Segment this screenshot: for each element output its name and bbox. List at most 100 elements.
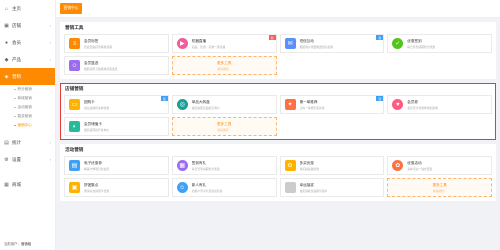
tool-text: 短信互动 根据用户需要推送短信提醒 <box>300 39 334 49</box>
tool-card[interactable]: ✉ 短信互动 根据用户需要推送短信提醒新 <box>279 34 385 53</box>
tool-card[interactable]: ▭ 团购卡 满立减满折多种优惠 新 <box>64 95 169 114</box>
tool-text: 机器直播 商品、优惠、实物一键直播 <box>192 39 226 49</box>
chevron-icon: ‹ <box>49 157 51 162</box>
tool-text: 多买优惠 购买越多越优惠 <box>300 161 320 171</box>
tool-name: 多买优惠 <box>299 160 314 165</box>
tool-text: 拼团集点 邀请好友拼团享优惠 <box>84 183 109 193</box>
sidebar-subitem[interactable]: 营销中心 <box>0 121 55 130</box>
app-root: ⌂ 主页 ▣ 店铺 ‹ ● 会员 ‹ ◆ 产品 ‹ ◈ 营销 ‹ 积分营销 商城营销 活动营销 裂变营销 营销中心 ▤… <box>0 0 500 250</box>
tool-name: 签到有礼 <box>191 160 207 165</box>
tool-name: 单品大转盘 <box>191 99 210 104</box>
tool-card[interactable]: ⚙ 多买优惠 购买越多越优惠 <box>279 156 385 175</box>
tool-description: 让每一单都带来新客 <box>299 105 325 110</box>
section-0: 营销工具 ≡ 会员标签 给会员贴标签精准营销 ▶ 机器直播 商品、优惠、实物一键直播新 ✉ 短信… <box>60 22 496 79</box>
tool-icon: ▦ <box>176 160 188 171</box>
tool-name: 新人有礼 <box>191 182 207 187</box>
sidebar-subitem[interactable]: 裂变营销 <box>0 112 55 121</box>
tool-name: 电子优惠券 <box>84 160 102 165</box>
tool-description: 根据消费习惯精准筛选会员 <box>84 66 118 71</box>
tool-description: 储值返现提升客单价 <box>84 127 110 132</box>
chevron-icon: ‹ <box>49 74 51 79</box>
new-badge: 新 <box>376 96 384 101</box>
section-1: 店铺营销 ▭ 团购卡 满立减满折多种优惠新 ◎ 单品大转盘 抽奖赢取奖品吸引用户 ✦ 第一单推荐… <box>60 83 496 140</box>
sidebar: ⌂ 主页 ▣ 店铺 ‹ ● 会员 ‹ ◆ 产品 ‹ ◈ 营销 ‹ 积分营销 商城营销 活动营销 裂变营销 营销中心 ▤… <box>0 0 56 250</box>
more-tools-subtitle: 敬请期待... <box>217 66 231 71</box>
sidebar-item-settings[interactable]: ⚙ 设置 ‹ <box>0 151 55 168</box>
tool-icon: ☺ <box>69 60 80 71</box>
more-tools-card: 更多工具 敬请期待... <box>171 117 277 136</box>
section-title: 店铺营销 <box>65 86 84 91</box>
tool-card[interactable]: ▦ 签到有礼 每日签到领取积分奖励 <box>171 156 277 175</box>
more-tools-card: 更多工具 敬请期待... <box>387 178 492 197</box>
tool-text: 第一单推荐 让每一单都带来新客 <box>300 100 325 110</box>
marketing-icon: ◈ <box>4 73 9 80</box>
settings-icon: ⚙ <box>4 156 9 163</box>
more-tools-card: 更多工具 敬请期待... <box>171 56 277 75</box>
stats-icon: ▤ <box>4 139 9 146</box>
tab-marketing-center[interactable]: 营销中心 <box>60 3 82 14</box>
new-badge: 新 <box>268 35 276 40</box>
sidebar-item-member[interactable]: ● 会员 ‹ <box>0 34 55 51</box>
tool-card[interactable]: ✿ 优惠活动 多种活动一站式配置 <box>387 156 492 175</box>
chevron-icon: ‹ <box>49 23 51 28</box>
tool-icon: ⚙ <box>284 160 296 171</box>
more-tools-subtitle: 敬请期待... <box>217 127 231 132</box>
tool-card[interactable]: ▣ 拼团集点 邀请好友拼团享优惠 <box>64 178 169 197</box>
tool-card[interactable]: ✦ 第一单推荐 让每一单都带来新客新 <box>279 95 385 114</box>
tool-text: 新人有礼 新用户专享礼包欢迎新客 <box>192 183 223 193</box>
tool-name: 短信互动 <box>299 38 314 43</box>
tool-card[interactable]: ☺ 会员篮选 根据消费习惯精准筛选会员 <box>64 56 169 75</box>
tool-description: 抽奖赢取奖品吸引用户 <box>191 105 220 110</box>
sidebar-item-label: 主页 <box>12 5 21 11</box>
sidebar-item-mall[interactable]: ▦ 商城 <box>0 176 55 193</box>
tool-card[interactable]: ◐ 会员储值卡 储值返现提升客单价 <box>64 117 169 136</box>
tool-description: 满立减满折多种优惠 <box>84 105 110 110</box>
tool-card[interactable]: ≡ 会员标签 给会员贴标签精准营销 <box>64 34 169 53</box>
tool-card[interactable]: ◎ 单品大转盘 抽奖赢取奖品吸引用户 <box>171 95 277 114</box>
tool-icon: ✿ <box>392 160 404 171</box>
tool-icon: ☺ <box>176 182 188 193</box>
tool-name: 优惠签到 <box>407 38 422 43</box>
new-badge: 新 <box>160 96 168 101</box>
sidebar-item-home[interactable]: ⌂ 主页 <box>0 0 55 17</box>
sidebar-item-product[interactable]: ◆ 产品 ‹ <box>0 51 55 68</box>
tool-icon: ▭ <box>69 99 80 110</box>
section-2: 活动营销 ▤ 电子优惠券 精美卡券吸引新会员 ▦ 签到有礼 每日签到领取积分奖励 ⚙ 多买优惠购… <box>60 144 496 201</box>
sidebar-subitem[interactable]: 积分营销 <box>0 85 55 94</box>
sidebar-item-stats[interactable]: ▤ 统计 ‹ <box>0 134 55 151</box>
home-icon: ⌂ <box>4 5 9 12</box>
tool-name: 机器直播 <box>191 38 207 43</box>
tool-text: 单品大转盘 抽奖赢取奖品吸引用户 <box>192 100 220 110</box>
new-badge: 新 <box>376 35 384 40</box>
tool-icon: ✓ <box>392 38 404 49</box>
tool-grid: ≡ 会员标签 给会员贴标签精准营销 ▶ 机器直播 商品、优惠、实物一键直播新 ✉ 短信互动 根据… <box>64 34 492 75</box>
tool-description: 每日签到领取积分奖励 <box>191 166 220 171</box>
tool-icon <box>284 182 296 193</box>
tool-icon: ≡ <box>69 38 80 49</box>
chevron-icon: ‹ <box>49 140 51 145</box>
tool-text: 会员标签 给会员贴标签精准营销 <box>84 39 112 49</box>
sidebar-item-store[interactable]: ▣ 店铺 ‹ <box>0 17 55 34</box>
tool-card[interactable]: ▶ 机器直播 商品、优惠、实物一键直播新 <box>171 34 277 53</box>
tool-icon: ♥ <box>392 99 404 110</box>
sidebar-item-label: 产品 <box>12 56 21 62</box>
sidebar-item-marketing[interactable]: ◈ 营销 ‹ <box>0 68 55 85</box>
store-icon: ▣ <box>4 22 9 29</box>
tool-text: 签到有礼 每日签到领取积分奖励 <box>192 161 220 171</box>
tool-name: 团购卡 <box>84 99 95 104</box>
tool-description: 精美卡券吸引新会员 <box>84 166 110 171</box>
member-icon: ● <box>4 39 9 46</box>
tool-card[interactable]: 幸运抽奖 抽奖赢取奖品吸引用户 <box>279 178 385 197</box>
tool-description: 邀请好友拼团享优惠 <box>84 188 110 193</box>
tool-card[interactable]: ♥ 会员券 会员专享优惠券增加复购 <box>387 95 492 114</box>
tool-text: 团购卡 满立减满折多种优惠 <box>84 100 109 110</box>
tool-card[interactable]: ☺ 新人有礼 新用户专享礼包欢迎新客 <box>171 178 277 197</box>
chevron-icon: ‹ <box>49 57 51 62</box>
tool-card[interactable]: ✓ 优惠签到 每日签到领取积分优惠 <box>387 34 492 53</box>
sidebar-subitem[interactable]: 商城营销 <box>0 94 55 103</box>
tool-card[interactable]: ▤ 电子优惠券 精美卡券吸引新会员 <box>64 156 169 175</box>
sidebar-item-label: 会员 <box>12 39 21 45</box>
sidebar-subitem[interactable]: 活动营销 <box>0 103 55 112</box>
tool-text: 优惠活动 多种活动一站式配置 <box>407 161 432 171</box>
sidebar-item-label: 营销 <box>12 73 21 79</box>
